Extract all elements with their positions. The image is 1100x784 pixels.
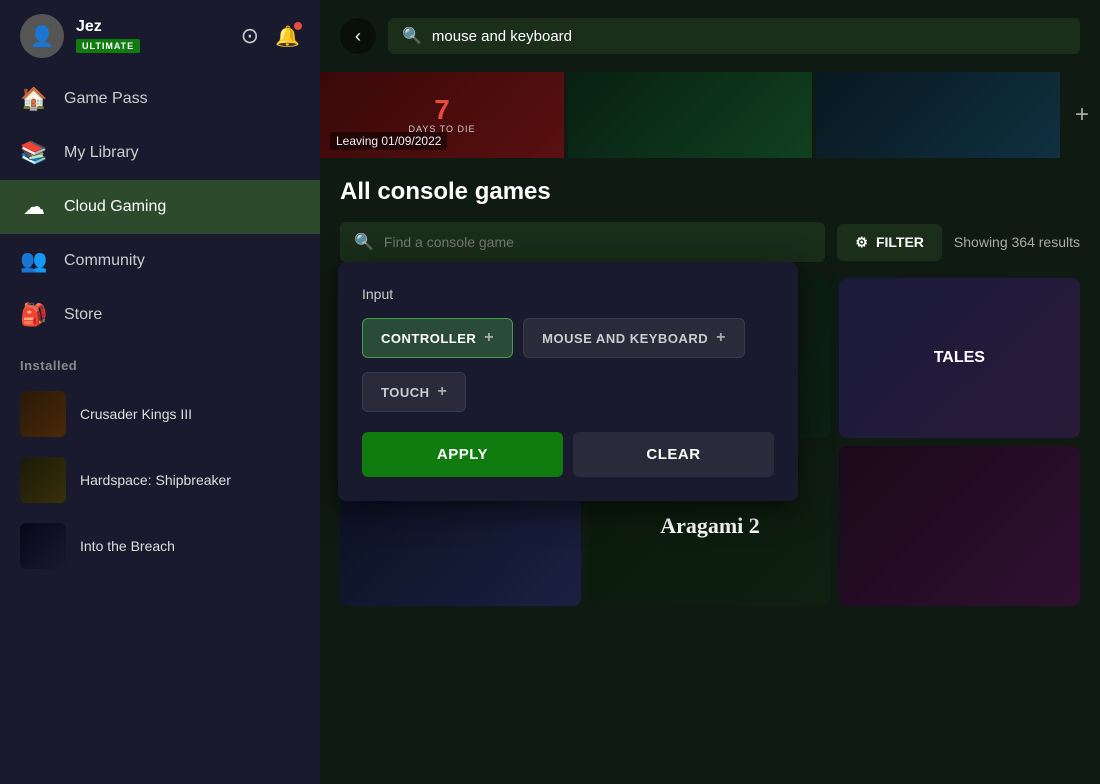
installed-item-crusader[interactable]: Crusader Kings III — [0, 381, 320, 447]
filter-options-row1: CONTROLLER + MOUSE AND KEYBOARD + — [362, 318, 774, 358]
section-title: All console games — [340, 178, 1080, 206]
sidebar-item-store[interactable]: 🎒 Store — [0, 288, 320, 342]
filter-section-title: Input — [362, 286, 774, 302]
home-icon: 🏠 — [20, 86, 48, 112]
search-icon-filter: 🔍 — [354, 232, 374, 252]
filter-bar: 🔍 ⚙ FILTER Showing 364 results — [340, 222, 1080, 262]
installed-thumb-crusader — [20, 391, 66, 437]
xbox-icon[interactable]: ⊙ — [241, 23, 259, 49]
installed-thumb-hardspace — [20, 457, 66, 503]
banner-item-2[interactable] — [568, 72, 812, 158]
plus-button[interactable]: + — [1064, 72, 1100, 158]
apply-label: APPLY — [437, 446, 488, 463]
installed-name-crusader: Crusader Kings III — [80, 406, 192, 422]
game-search-box: 🔍 — [340, 222, 825, 262]
game-search-input[interactable] — [384, 234, 811, 250]
installed-name-hardspace: Hardspace: Shipbreaker — [80, 472, 231, 488]
aragami-title: Aragami 2 — [660, 513, 760, 539]
installed-item-hardspace[interactable]: Hardspace: Shipbreaker — [0, 447, 320, 513]
sidebar-item-label-cloud-gaming: Cloud Gaming — [64, 198, 166, 216]
tales-title: TALES — [934, 349, 985, 367]
installed-thumb-into-the-breach — [20, 523, 66, 569]
game-card-tales[interactable]: TALES — [839, 278, 1080, 438]
installed-item-into-the-breach[interactable]: Into the Breach — [0, 513, 320, 579]
installed-section-label: Installed — [0, 342, 320, 381]
filter-chip-touch[interactable]: TOUCH + — [362, 372, 466, 412]
community-icon: 👥 — [20, 248, 48, 274]
filter-button-label: FILTER — [876, 234, 924, 250]
sidebar-item-label-store: Store — [64, 306, 102, 324]
banner-item-1[interactable]: 7 DAYS TO DIE Leaving 01/09/2022 — [320, 72, 564, 158]
sidebar-item-label-game-pass: Game Pass — [64, 90, 148, 108]
cloud-icon: ☁ — [20, 194, 48, 220]
main-content: ‹ 🔍 7 DAYS TO DIE Leaving 01/09/2022 + A… — [320, 0, 1100, 784]
sidebar-header: 👤 Jez ULTIMATE ⊙ 🔔 — [0, 0, 320, 72]
mouse-keyboard-plus-icon: + — [716, 329, 726, 347]
header-icons: ⊙ 🔔 — [241, 23, 300, 49]
controller-plus-icon: + — [484, 329, 494, 347]
banner-item-3[interactable] — [816, 72, 1060, 158]
library-icon: 📚 — [20, 140, 48, 166]
notification-icon[interactable]: 🔔 — [275, 24, 300, 49]
content-area: All console games 🔍 ⚙ FILTER Showing 364… — [320, 162, 1100, 784]
sidebar-item-label-community: Community — [64, 252, 145, 270]
sidebar-item-game-pass[interactable]: 🏠 Game Pass — [0, 72, 320, 126]
filter-chip-mouse-keyboard[interactable]: MOUSE AND KEYBOARD + — [523, 318, 745, 358]
top-search-input[interactable] — [432, 28, 1066, 45]
banner-label-1: Leaving 01/09/2022 — [330, 132, 447, 150]
filter-dropdown: Input CONTROLLER + MOUSE AND KEYBOARD + … — [338, 262, 798, 501]
top-bar: ‹ 🔍 — [320, 0, 1100, 72]
controller-label: CONTROLLER — [381, 331, 476, 346]
plus-icon: + — [1075, 101, 1089, 129]
clear-label: CLEAR — [646, 446, 700, 463]
top-search-bar: 🔍 — [388, 18, 1080, 54]
sidebar-item-community[interactable]: 👥 Community — [0, 234, 320, 288]
touch-plus-icon: + — [437, 383, 447, 401]
banner-area: 7 DAYS TO DIE Leaving 01/09/2022 + — [320, 72, 1100, 162]
avatar: 👤 — [20, 14, 64, 58]
search-icon-top: 🔍 — [402, 26, 422, 46]
notification-dot — [294, 22, 302, 30]
filter-chip-controller[interactable]: CONTROLLER + — [362, 318, 513, 358]
back-button[interactable]: ‹ — [340, 18, 376, 54]
sidebar-item-cloud-gaming[interactable]: ☁ Cloud Gaming — [0, 180, 320, 234]
game-card-9[interactable] — [839, 446, 1080, 606]
results-count: Showing 364 results — [954, 234, 1080, 250]
mouse-keyboard-label: MOUSE AND KEYBOARD — [542, 331, 708, 346]
touch-label: TOUCH — [381, 385, 429, 400]
filter-icon: ⚙ — [855, 234, 868, 251]
filter-actions: APPLY CLEAR — [362, 432, 774, 477]
sidebar-item-my-library[interactable]: 📚 My Library — [0, 126, 320, 180]
user-info: Jez ULTIMATE — [76, 18, 229, 54]
filter-options-row2: TOUCH + — [362, 372, 774, 412]
user-badge: ULTIMATE — [76, 39, 140, 53]
installed-name-into-the-breach: Into the Breach — [80, 538, 175, 554]
filter-button[interactable]: ⚙ FILTER — [837, 224, 942, 261]
apply-button[interactable]: APPLY — [362, 432, 563, 477]
sidebar: 👤 Jez ULTIMATE ⊙ 🔔 🏠 Game Pass 📚 My Libr… — [0, 0, 320, 784]
user-name: Jez — [76, 18, 229, 36]
sidebar-item-label-my-library: My Library — [64, 144, 139, 162]
clear-button[interactable]: CLEAR — [573, 432, 774, 477]
store-icon: 🎒 — [20, 302, 48, 328]
